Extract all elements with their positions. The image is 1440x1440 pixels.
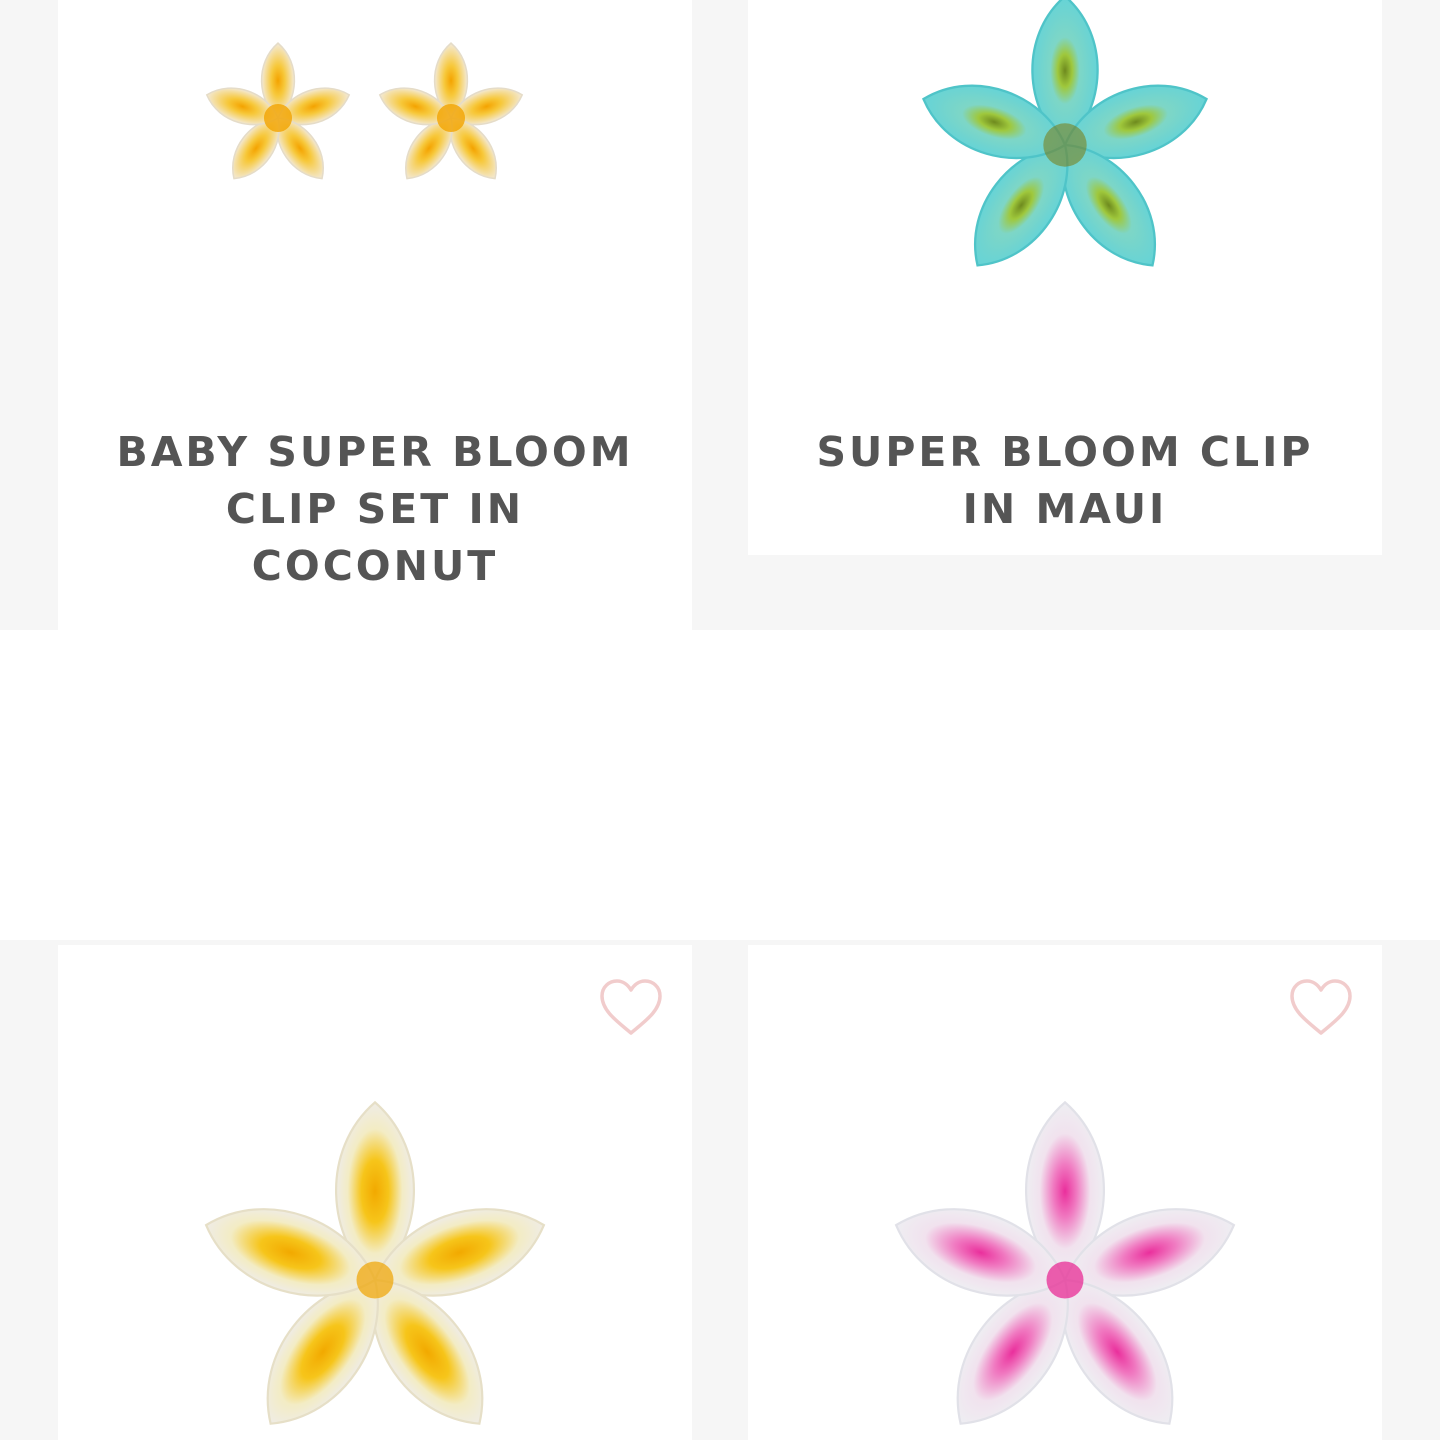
product-title-line[interactable]: CLIP SET IN bbox=[58, 481, 692, 538]
grid-gap bbox=[0, 630, 1440, 940]
product-card[interactable] bbox=[748, 945, 1382, 1440]
product-title-line[interactable]: IN MAUI bbox=[748, 481, 1382, 538]
product-card[interactable]: BABY SUPER BLOOM CLIP SET IN COCONUT bbox=[58, 0, 692, 630]
product-title[interactable]: SUPER BLOOM CLIP IN MAUI bbox=[748, 424, 1382, 538]
product-image-flower-clip-pink[interactable] bbox=[865, 1085, 1265, 1440]
product-image-flower-clip-teal[interactable] bbox=[875, 0, 1255, 290]
product-image-flower-clip-pair[interactable] bbox=[193, 30, 533, 200]
heart-outline-icon[interactable] bbox=[596, 977, 666, 1039]
heart-outline-icon[interactable] bbox=[1286, 977, 1356, 1039]
product-title[interactable]: BABY SUPER BLOOM CLIP SET IN COCONUT bbox=[58, 424, 692, 595]
product-card[interactable]: SUPER BLOOM CLIP IN MAUI bbox=[748, 0, 1382, 555]
flower-clip-left bbox=[200, 42, 356, 189]
product-title-line[interactable]: COCONUT bbox=[58, 538, 692, 595]
product-image-flower-clip-yellow[interactable] bbox=[175, 1085, 575, 1440]
product-title-line[interactable]: BABY SUPER BLOOM bbox=[58, 424, 692, 481]
product-title-line[interactable]: SUPER BLOOM CLIP bbox=[748, 424, 1382, 481]
flower-clip-right bbox=[373, 42, 529, 189]
product-card[interactable] bbox=[58, 945, 692, 1440]
